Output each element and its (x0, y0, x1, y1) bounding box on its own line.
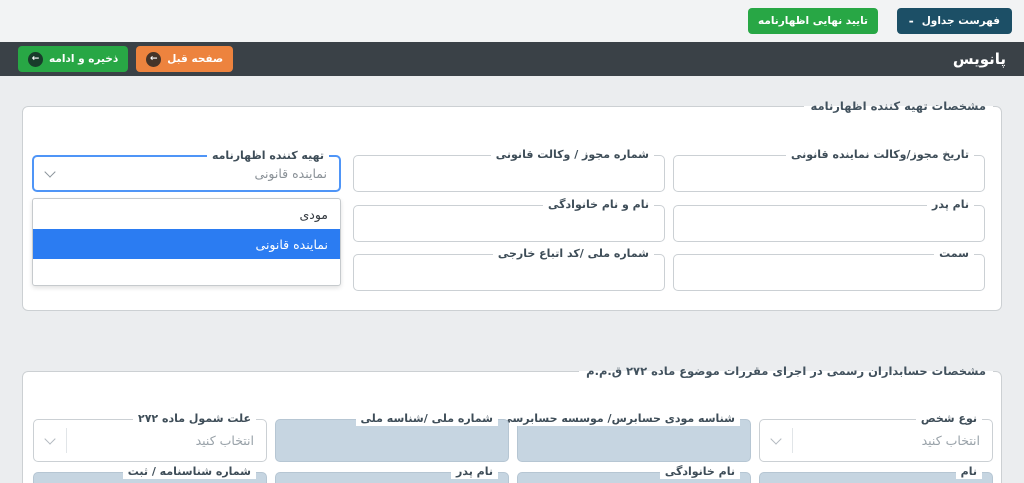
final-confirm-label: تایید نهایی اظهارنامه (757, 15, 868, 27)
preparer-section-legend: مشخصات تهیه کننده اظهارنامه (810, 99, 986, 113)
position-input[interactable]: سمت (673, 247, 985, 291)
field-label: تاریخ مجوز/وکالت نماینده قانونی (786, 148, 974, 162)
field-label: شماره شناسنامه / ثبت (122, 465, 256, 479)
screen: فهرست جداول - تایید نهایی اظهارنامه پانو… (0, 0, 1024, 483)
license-number-input[interactable]: شماره مجوز / وکالت قانونی (353, 148, 665, 192)
prev-page-button[interactable]: صفحه قبل ← (136, 46, 234, 72)
top-strip: فهرست جداول - تایید نهایی اظهارنامه (0, 0, 1024, 42)
preparer-type-select[interactable]: تهیه کننده اظهارنامه نماینده قانونی (32, 149, 341, 192)
article-272-reason-select[interactable]: علت شمول ماده ۲۷۲ انتخاب کنید (33, 412, 267, 462)
select-divider (66, 428, 67, 453)
dropdown-option-legal-representative[interactable]: نماینده قانونی (33, 229, 340, 259)
accountant-father-name-input: نام پدر (275, 465, 509, 483)
dropdown-option-taxpayer[interactable]: مودی (33, 199, 340, 229)
chevron-down-icon (44, 432, 56, 445)
final-confirm-button[interactable]: تایید نهایی اظهارنامه (747, 8, 878, 34)
save-continue-button[interactable]: ذخیره و ادامه ← (18, 46, 129, 72)
prev-page-label: صفحه قبل (167, 53, 224, 65)
accountants-section: مشخصات حسابداران رسمی در اجرای مقررات مو… (22, 364, 1002, 483)
accountants-section-legend: مشخصات حسابداران رسمی در اجرای مقررات مو… (586, 364, 986, 378)
save-continue-label: ذخیره و ادامه (49, 53, 119, 65)
preparer-section: مشخصات تهیه کننده اظهارنامه تهیه کننده ا… (22, 99, 1002, 311)
chevron-down-icon (44, 165, 56, 178)
auditor-id-input: شناسه مودی حسابرس/ موسسه حسابرسی (496, 412, 751, 462)
person-type-placeholder: انتخاب کنید (921, 433, 980, 448)
tables-list-button[interactable]: فهرست جداول - (896, 8, 1012, 34)
field-label: نام و نام خانوادگی (543, 198, 654, 212)
field-label: نام پدر (451, 465, 498, 479)
field-label: سمت (934, 247, 974, 261)
header-bar: پانویس صفحه قبل ← ذخیره و ادامه ← (0, 42, 1024, 76)
full-name-input[interactable]: نام و نام خانوادگی (353, 198, 665, 242)
arrow-left-circle-icon: ← (28, 51, 43, 67)
header-actions: صفحه قبل ← ذخیره و ادامه ← (18, 46, 234, 72)
page-title: پانویس (952, 50, 1006, 68)
dropdown-option-empty[interactable] (33, 259, 340, 285)
arrow-right-circle-icon: ← (146, 51, 162, 67)
field-label: نام (955, 465, 982, 479)
field-label: نام پدر (927, 198, 974, 212)
preparer-type-dropdown: مودی نماینده قانونی (32, 198, 341, 286)
national-id-input[interactable]: شماره ملی /کد اتباع خارجی (353, 247, 665, 291)
last-name-input: نام خانوادگی (517, 465, 751, 483)
field-label: شماره ملی /شناسه ملی (355, 412, 498, 426)
field-label: شماره ملی /کد اتباع خارجی (492, 247, 654, 261)
caret-icon: - (908, 14, 914, 28)
license-date-input[interactable]: تاریخ مجوز/وکالت نماینده قانونی (673, 148, 985, 192)
field-label: نام خانوادگی (659, 465, 740, 479)
tables-list-label: فهرست جداول (921, 15, 1000, 27)
first-name-input: نام (759, 465, 993, 483)
select-divider (792, 428, 793, 453)
field-label: شماره مجوز / وکالت قانونی (490, 148, 654, 162)
national-code-input: شماره ملی /شناسه ملی (275, 412, 509, 462)
article-272-reason-placeholder: انتخاب کنید (195, 433, 254, 448)
preparer-type-value: نماینده قانونی (254, 166, 327, 181)
field-label: شناسه مودی حسابرس/ موسسه حسابرسی (496, 412, 740, 426)
person-type-select[interactable]: نوع شخص انتخاب کنید (759, 412, 993, 462)
birth-cert-number-input: شماره شناسنامه / ثبت (33, 465, 267, 483)
father-name-input[interactable]: نام پدر (673, 198, 985, 242)
chevron-down-icon (770, 432, 782, 445)
